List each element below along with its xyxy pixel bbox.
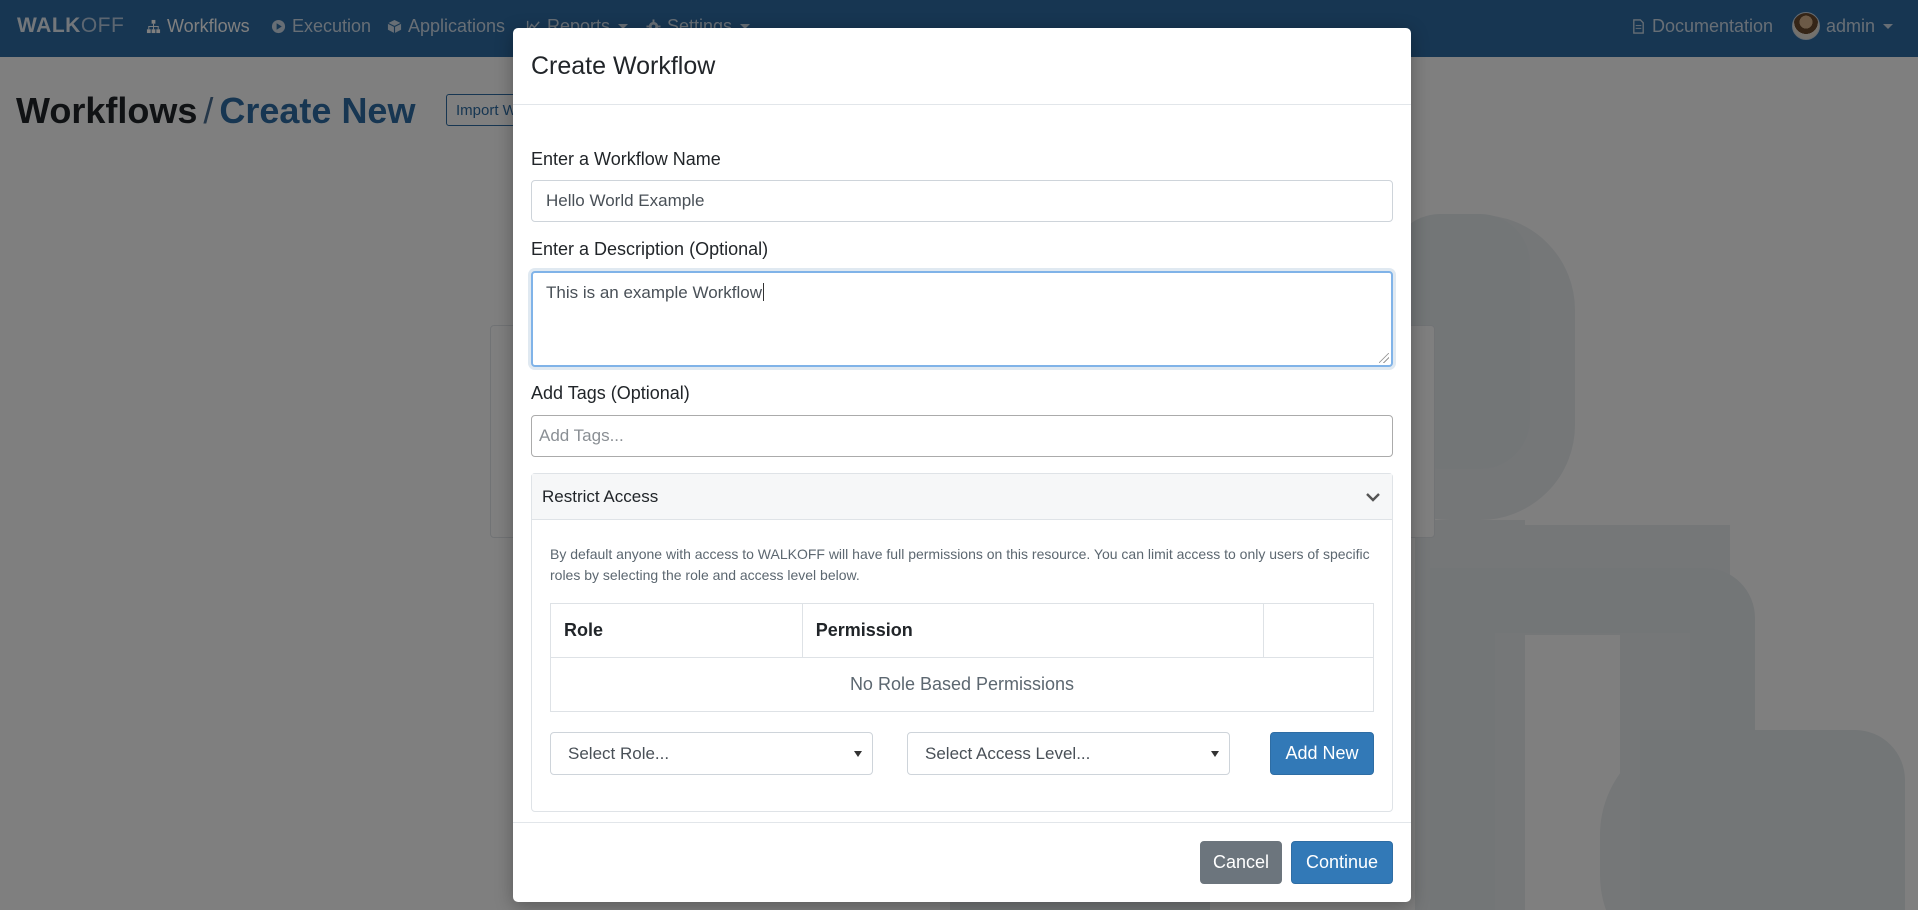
restrict-access-header: Restrict Access: [542, 486, 659, 506]
workflow-name-input[interactable]: Hello World Example: [531, 180, 1393, 222]
text-cursor: [763, 283, 765, 301]
description-text: This is an example Workflow: [546, 283, 763, 302]
tags-input[interactable]: Add Tags...: [531, 415, 1393, 457]
workflow-name-label: Enter a Workflow Name: [531, 149, 721, 169]
column-header-role: Role: [550, 603, 803, 658]
tags-label: Add Tags (Optional): [531, 383, 690, 403]
modal-title: Create Workflow: [531, 51, 716, 80]
caret-down-icon: [1211, 750, 1219, 757]
permissions-table: Role Permission No Role Based Permission…: [550, 603, 1374, 712]
restrict-access-body: By default anyone with access to WALKOFF…: [532, 520, 1392, 811]
restrict-access-panel: Restrict Access By default anyone with a…: [531, 473, 1393, 812]
modal-footer: Cancel Continue: [513, 822, 1411, 902]
resize-handle-icon[interactable]: [1379, 353, 1389, 363]
create-workflow-modal: Create Workflow Enter a Workflow Name He…: [513, 28, 1411, 902]
column-header-actions: [1263, 603, 1374, 658]
caret-down-icon: [854, 750, 862, 757]
select-role-value: Select Role...: [568, 743, 670, 763]
table-row: No Role Based Permissions: [550, 657, 1374, 712]
restrict-access-note: By default anyone with access to WALKOFF…: [550, 546, 1370, 583]
restrict-access-toggle[interactable]: Restrict Access: [532, 474, 1392, 520]
description-textarea[interactable]: This is an example Workflow: [531, 271, 1393, 367]
add-new-permission-button[interactable]: Add New: [1270, 732, 1374, 775]
select-access-level-dropdown[interactable]: Select Access Level...: [907, 732, 1230, 775]
continue-button[interactable]: Continue: [1291, 841, 1393, 884]
cancel-button[interactable]: Cancel: [1200, 841, 1282, 884]
chevron-down-icon: [1366, 492, 1380, 502]
description-label: Enter a Description (Optional): [531, 239, 769, 259]
select-role-dropdown[interactable]: Select Role...: [550, 732, 873, 775]
modal-header: Create Workflow: [513, 28, 1411, 105]
table-header-row: Role Permission: [550, 603, 1374, 658]
empty-permissions-message: No Role Based Permissions: [550, 657, 1374, 712]
select-access-level-value: Select Access Level...: [925, 743, 1091, 763]
column-header-permission: Permission: [801, 603, 1265, 658]
